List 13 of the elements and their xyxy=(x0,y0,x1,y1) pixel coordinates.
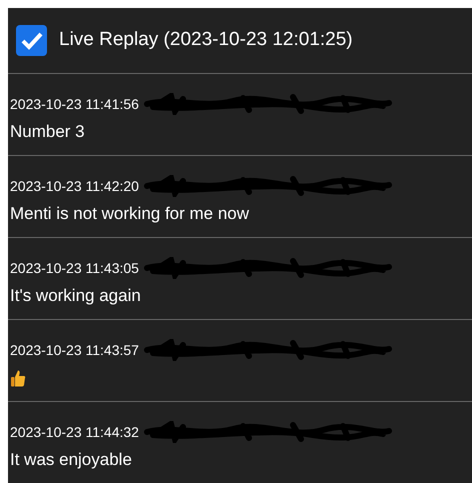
message-text: It's working again xyxy=(10,285,141,308)
message-text: Number 3 xyxy=(10,121,85,144)
checkmark-icon xyxy=(20,32,42,50)
message-text: It was enjoyable xyxy=(10,449,132,472)
live-replay-label: Live Replay (2023-10-23 12:01:25) xyxy=(59,28,353,52)
message-timestamp: 2023-10-23 11:43:57 xyxy=(10,340,139,360)
thumbs-up-icon xyxy=(10,369,26,387)
message-timestamp: 2023-10-23 11:44:32 xyxy=(10,422,139,442)
live-replay-checkbox[interactable] xyxy=(16,25,47,56)
message-timestamp: 2023-10-23 11:43:05 xyxy=(10,258,139,278)
message-text: Menti is not working for me now xyxy=(10,203,250,226)
message-timestamp: 2023-10-23 11:41:56 xyxy=(10,94,139,114)
message-timestamp: 2023-10-23 11:42:20 xyxy=(10,176,139,196)
